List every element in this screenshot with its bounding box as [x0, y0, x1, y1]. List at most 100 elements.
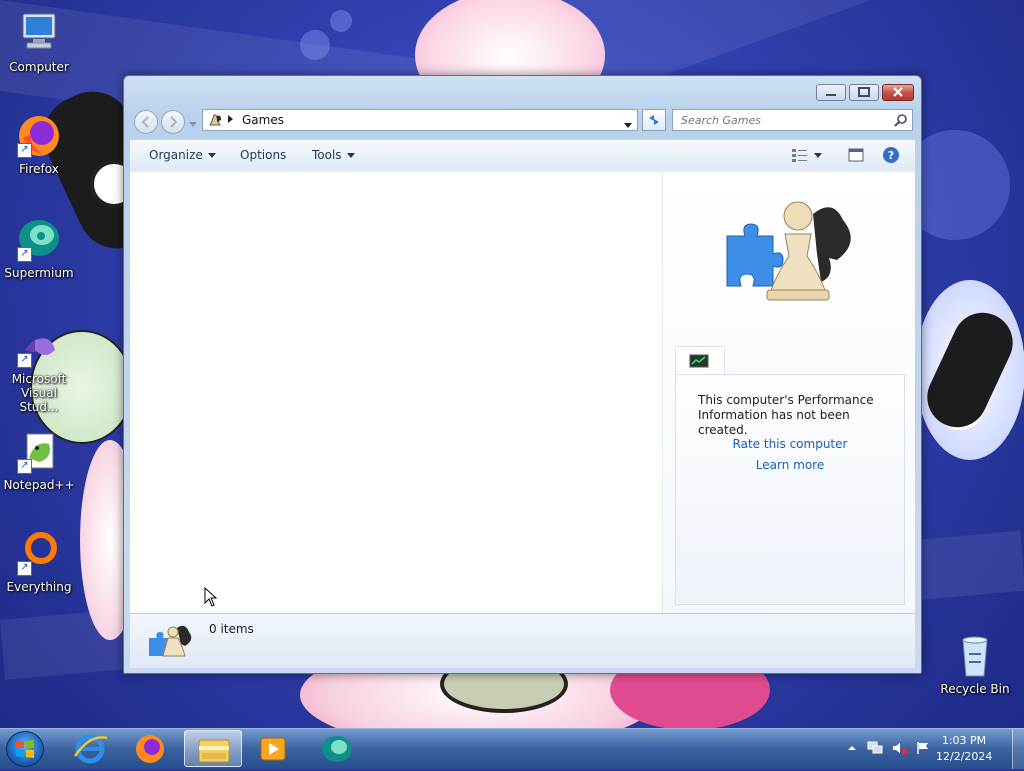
back-arrow-icon [141, 116, 149, 128]
minimize-icon [826, 94, 836, 96]
details-pane: 0 items [130, 613, 915, 668]
recycle-bin-icon [951, 632, 999, 680]
view-options-dropdown[interactable] [814, 148, 822, 162]
desktop-icon-label: Everything [6, 580, 72, 594]
firefox-icon [136, 735, 164, 763]
windows-logo-icon [16, 740, 34, 758]
desktop-icon-visual-studio[interactable]: ↗ Microsoft Visual Stud... [0, 330, 78, 414]
desktop-icon-label: Notepad++ [3, 478, 75, 492]
recent-pages-dropdown[interactable] [189, 117, 197, 131]
system-clock[interactable]: 1:03 PM 12/2/2024 [936, 733, 992, 765]
shortcut-arrow-icon: ↗ [17, 353, 32, 368]
breadcrumb-arrow-icon[interactable] [228, 115, 233, 123]
address-bar-row: Games [132, 108, 913, 134]
preview-pane: This computer's Performance Information … [663, 172, 915, 613]
computer-icon [15, 10, 63, 58]
desktop-icon-computer[interactable]: Computer [0, 10, 78, 74]
clock-date: 12/2/2024 [936, 750, 993, 763]
help-button[interactable]: ? [882, 146, 900, 167]
search-box[interactable] [672, 109, 913, 131]
change-view-button[interactable] [791, 147, 809, 166]
forward-button[interactable] [161, 110, 185, 134]
chevron-down-icon [189, 122, 197, 127]
chevron-down-icon [814, 153, 822, 158]
search-input[interactable] [679, 113, 893, 128]
taskbar: 1:03 PM 12/2/2024 [0, 728, 1024, 769]
options-button[interactable]: Options [240, 148, 286, 162]
refresh-icon [649, 115, 659, 125]
desktop-icon-firefox[interactable]: ↗ Firefox [0, 112, 78, 176]
games-folder-icon [207, 112, 223, 131]
desktop-icon-label: Supermium [4, 266, 74, 280]
taskbar-firefox[interactable] [121, 730, 179, 767]
supermium-icon [322, 736, 352, 762]
show-hidden-icons-button[interactable] [846, 741, 860, 755]
clock-time: 1:03 PM [941, 734, 987, 747]
performance-tab[interactable] [675, 346, 725, 375]
maximize-button[interactable] [849, 84, 879, 101]
notepadpp-icon: ↗ [15, 428, 63, 476]
command-bar: Organize Options Tools ? [130, 139, 915, 173]
media-player-icon [260, 737, 286, 761]
windows-explorer-icon [198, 739, 230, 763]
chevron-down-icon [624, 123, 632, 128]
shortcut-arrow-icon: ↗ [17, 459, 32, 474]
view-list-icon [792, 149, 807, 162]
close-button[interactable] [882, 84, 914, 101]
preview-pane-icon [848, 148, 864, 162]
volume-muted-tray-icon[interactable] [892, 741, 908, 755]
file-list-pane[interactable] [130, 172, 663, 613]
svg-text:?: ? [888, 149, 894, 162]
chevron-up-icon [848, 746, 856, 750]
content-area: This computer's Performance Information … [130, 172, 915, 613]
chevron-down-icon [346, 153, 355, 158]
chevron-down-icon [207, 153, 216, 158]
taskbar-supermium[interactable] [308, 730, 366, 767]
desktop-icon-label: Recycle Bin [940, 682, 1010, 696]
search-icon[interactable] [894, 113, 908, 130]
start-button[interactable] [6, 731, 44, 767]
address-dropdown-button[interactable] [624, 118, 632, 132]
network-tray-icon[interactable] [867, 741, 883, 755]
desktop-icon-notepadpp[interactable]: ↗ Notepad++ [0, 428, 78, 492]
address-bar[interactable]: Games [202, 109, 638, 131]
rate-this-computer-link[interactable]: Rate this computer [676, 437, 904, 451]
show-desktop-button[interactable] [1012, 729, 1024, 769]
firefox-icon: ↗ [15, 112, 63, 160]
item-count: 0 items [209, 622, 254, 636]
taskbar-windows-explorer[interactable] [184, 730, 242, 767]
help-icon: ? [883, 147, 899, 163]
desktop-icon-everything[interactable]: ↗ Everything [0, 530, 78, 594]
learn-more-link[interactable]: Learn more [676, 458, 904, 472]
games-folder-large-icon [147, 622, 195, 665]
desktop-icon-label: Firefox [19, 162, 59, 176]
restore-icon [858, 87, 870, 97]
close-icon [893, 87, 903, 97]
shortcut-arrow-icon: ↗ [17, 247, 32, 262]
tools-label: Tools [312, 148, 342, 162]
desktop-icon-recycle-bin[interactable]: Recycle Bin [936, 632, 1014, 696]
taskbar-media-player[interactable] [244, 730, 302, 767]
forward-arrow-icon [170, 116, 178, 128]
supermium-icon: ↗ [15, 216, 63, 264]
back-button[interactable] [134, 110, 158, 134]
internet-explorer-icon [73, 734, 108, 764]
organize-menu[interactable]: Organize [149, 148, 216, 162]
desktop-icon-supermium[interactable]: ↗ Supermium [0, 216, 78, 280]
desktop-icon-label: Microsoft Visual Stud... [11, 372, 67, 414]
tools-menu[interactable]: Tools [312, 148, 355, 162]
options-label: Options [240, 148, 287, 162]
minimize-button[interactable] [816, 84, 846, 101]
games-explorer-window: Games Organize Options Tools [123, 75, 922, 674]
performance-info-panel: This computer's Performance Information … [675, 374, 905, 605]
everything-icon: ↗ [15, 530, 63, 578]
refresh-button[interactable] [642, 109, 666, 131]
taskbar-internet-explorer[interactable] [61, 730, 119, 767]
organize-label: Organize [149, 148, 203, 162]
shortcut-arrow-icon: ↗ [17, 561, 32, 576]
desktop-icon-label: Computer [9, 60, 69, 74]
action-center-flag-icon[interactable] [916, 741, 930, 755]
performance-icon [689, 354, 709, 368]
preview-pane-button[interactable] [848, 147, 864, 166]
breadcrumb-games[interactable]: Games [242, 113, 284, 127]
